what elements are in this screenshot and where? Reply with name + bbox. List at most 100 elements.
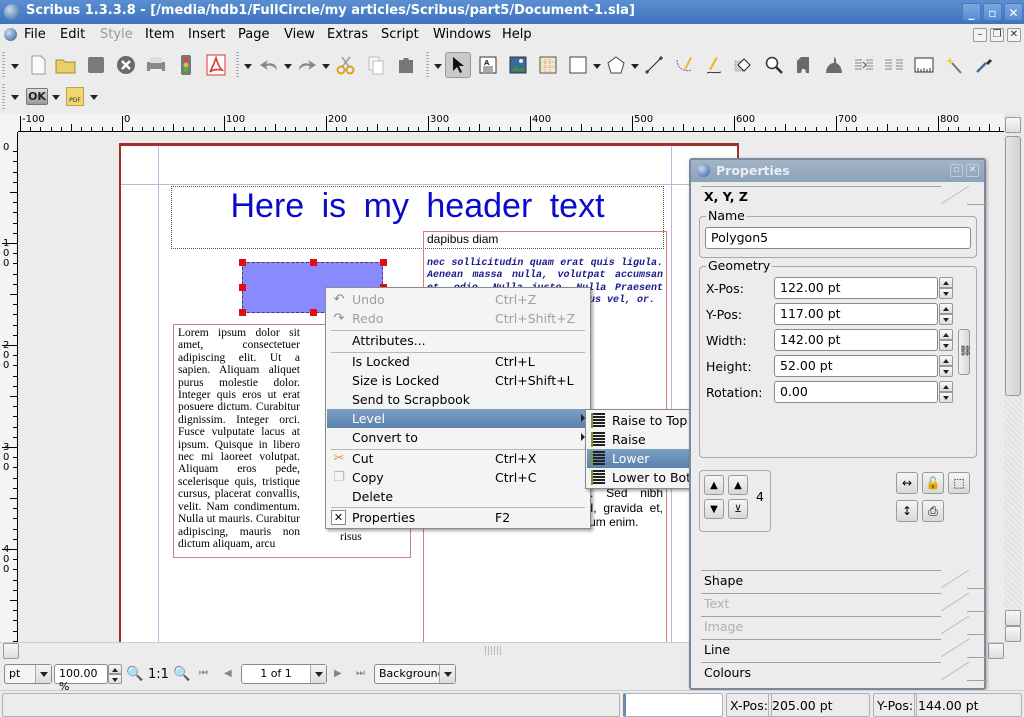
section-image[interactable]: Image	[701, 616, 987, 638]
scroll-up-button[interactable]	[1005, 117, 1021, 133]
last-page-button[interactable]: ⏭	[356, 668, 365, 679]
resize-handle[interactable]	[310, 309, 317, 316]
width-input[interactable]: 142.00 pt	[774, 329, 938, 351]
layer-select[interactable]: Background	[374, 664, 456, 684]
toolbar-menu-arrow[interactable]	[434, 64, 442, 69]
eye-dropper-button[interactable]	[971, 52, 997, 78]
zoom-out-icon[interactable]: 🔍	[126, 666, 143, 682]
page-select[interactable]: 1 of 1	[241, 664, 327, 684]
lock-size-button[interactable]: ⬚	[948, 472, 970, 494]
menu-view[interactable]: View	[284, 27, 315, 42]
scroll-down-button[interactable]	[1005, 626, 1021, 642]
mdi-restore-button[interactable]: ❐	[990, 28, 1004, 42]
lower-to-bottom-button[interactable]: ⊻	[728, 499, 748, 519]
horizontal-scroll-grip[interactable]	[485, 646, 501, 655]
paste-button[interactable]	[393, 52, 419, 78]
rotate-item-button[interactable]	[731, 52, 757, 78]
minimize-button[interactable]: _	[962, 3, 981, 21]
cut-button[interactable]	[333, 52, 359, 78]
resize-handle[interactable]	[239, 259, 246, 266]
line-button[interactable]	[641, 52, 667, 78]
resize-handle[interactable]	[310, 259, 317, 266]
menu-item-is-locked[interactable]: Is Locked Ctrl+L	[327, 352, 589, 371]
menu-page[interactable]: Page	[238, 27, 269, 42]
menu-item-send-to-scrapbook[interactable]: Send to Scrapbook	[327, 390, 589, 409]
zoom-in-icon[interactable]: 🔍	[173, 666, 190, 682]
menu-item[interactable]: Item	[145, 27, 175, 42]
menu-item-level[interactable]: Level	[327, 409, 589, 428]
unlink-text-frames-button[interactable]	[881, 52, 907, 78]
pdf-text-field-button[interactable]: PDF	[66, 87, 84, 106]
lock-item-button[interactable]: 🔓	[922, 472, 944, 494]
redo-button[interactable]	[294, 52, 320, 78]
measurements-button[interactable]	[911, 52, 937, 78]
printing-enabled-button[interactable]: ⎙	[922, 500, 944, 522]
keep-aspect-ratio-chain-button[interactable]: ⛓	[958, 329, 972, 375]
ruler-origin-corner[interactable]	[0, 114, 18, 132]
mdi-minimize-button[interactable]: –	[973, 28, 987, 42]
item-name-input[interactable]: Polygon5	[705, 227, 971, 249]
scroll-up-button[interactable]	[1005, 610, 1021, 626]
xpos-spinner[interactable]	[939, 277, 953, 299]
section-colours[interactable]: Colours	[701, 662, 987, 684]
section-shape[interactable]: Shape	[701, 570, 987, 592]
copy-button[interactable]	[363, 52, 389, 78]
menu-item-delete[interactable]: Delete	[327, 487, 589, 506]
lower-level-button[interactable]: ▼	[704, 499, 724, 519]
section-line[interactable]: Line	[701, 639, 987, 661]
shape-button[interactable]	[565, 52, 591, 78]
menu-insert[interactable]: Insert	[188, 27, 225, 42]
print-button[interactable]	[143, 52, 169, 78]
menu-item-redo[interactable]: ↷ Redo Ctrl+Shift+Z	[327, 309, 589, 328]
image-frame-button[interactable]	[505, 52, 531, 78]
horizontal-ruler[interactable]: -100 0 100 200 300 400 500 600 700 800	[18, 114, 1004, 132]
section-xyz[interactable]: X, Y, Z	[701, 186, 987, 208]
scroll-right-button[interactable]	[988, 643, 1004, 659]
menu-item-cut[interactable]: ✂ Cut Ctrl+X	[327, 449, 589, 468]
vertical-scroll-thumb[interactable]	[1005, 136, 1021, 396]
menu-style[interactable]: Style	[100, 27, 133, 42]
toolbar-menu-arrow[interactable]	[11, 95, 19, 100]
menu-file[interactable]: File	[24, 27, 46, 42]
flip-vertical-button[interactable]: ↕	[896, 500, 918, 522]
first-page-button[interactable]: ⏮	[199, 668, 208, 679]
toolbar-grip[interactable]	[236, 52, 239, 78]
unit-select[interactable]: pt	[4, 664, 52, 684]
menu-edit[interactable]: Edit	[60, 27, 85, 42]
menu-windows[interactable]: Windows	[433, 27, 491, 42]
shape-dropdown-arrow[interactable]	[593, 64, 601, 69]
maximize-button[interactable]: ▫	[983, 3, 1002, 21]
pdf-field-dropdown[interactable]	[90, 95, 98, 100]
resize-handle[interactable]	[239, 284, 246, 291]
menu-extras[interactable]: Extras	[327, 27, 368, 42]
xpos-input[interactable]: 122.00 pt	[774, 277, 938, 299]
pdf-push-button-dropdown[interactable]	[52, 95, 60, 100]
toolbar-grip[interactable]	[426, 52, 429, 78]
open-button[interactable]	[53, 52, 79, 78]
polygon-dropdown-arrow[interactable]	[631, 64, 639, 69]
raise-to-top-button[interactable]: ▲	[728, 475, 748, 495]
previous-page-button[interactable]: ◀	[224, 668, 232, 679]
menu-item-attributes[interactable]: Attributes...	[327, 331, 589, 350]
export-pdf-button[interactable]	[203, 52, 229, 78]
zoom-button[interactable]	[761, 52, 787, 78]
rotation-input[interactable]: 0.00	[774, 381, 938, 403]
zoom-reset-button[interactable]: 1:1	[148, 667, 169, 682]
edit-text-button[interactable]	[821, 52, 847, 78]
undo-dropdown-arrow[interactable]	[284, 64, 292, 69]
undo-button[interactable]	[256, 52, 282, 78]
vertical-scrollbar[interactable]	[1004, 114, 1022, 642]
copy-item-properties-button[interactable]	[941, 52, 967, 78]
properties-title-bar[interactable]: Properties ▫ ✕	[691, 160, 984, 182]
edit-contents-button[interactable]	[791, 52, 817, 78]
rotation-spinner[interactable]	[939, 381, 953, 403]
close-button[interactable]: ✕	[1004, 3, 1023, 21]
height-spinner[interactable]	[939, 355, 953, 377]
freehand-line-button[interactable]	[701, 52, 727, 78]
table-button[interactable]	[535, 52, 561, 78]
select-item-button[interactable]	[445, 52, 471, 78]
menu-script[interactable]: Script	[381, 27, 419, 42]
menu-item-copy[interactable]: ❐ Copy Ctrl+C	[327, 468, 589, 487]
toolbar-grip[interactable]	[2, 52, 5, 78]
menu-help[interactable]: Help	[502, 27, 532, 42]
